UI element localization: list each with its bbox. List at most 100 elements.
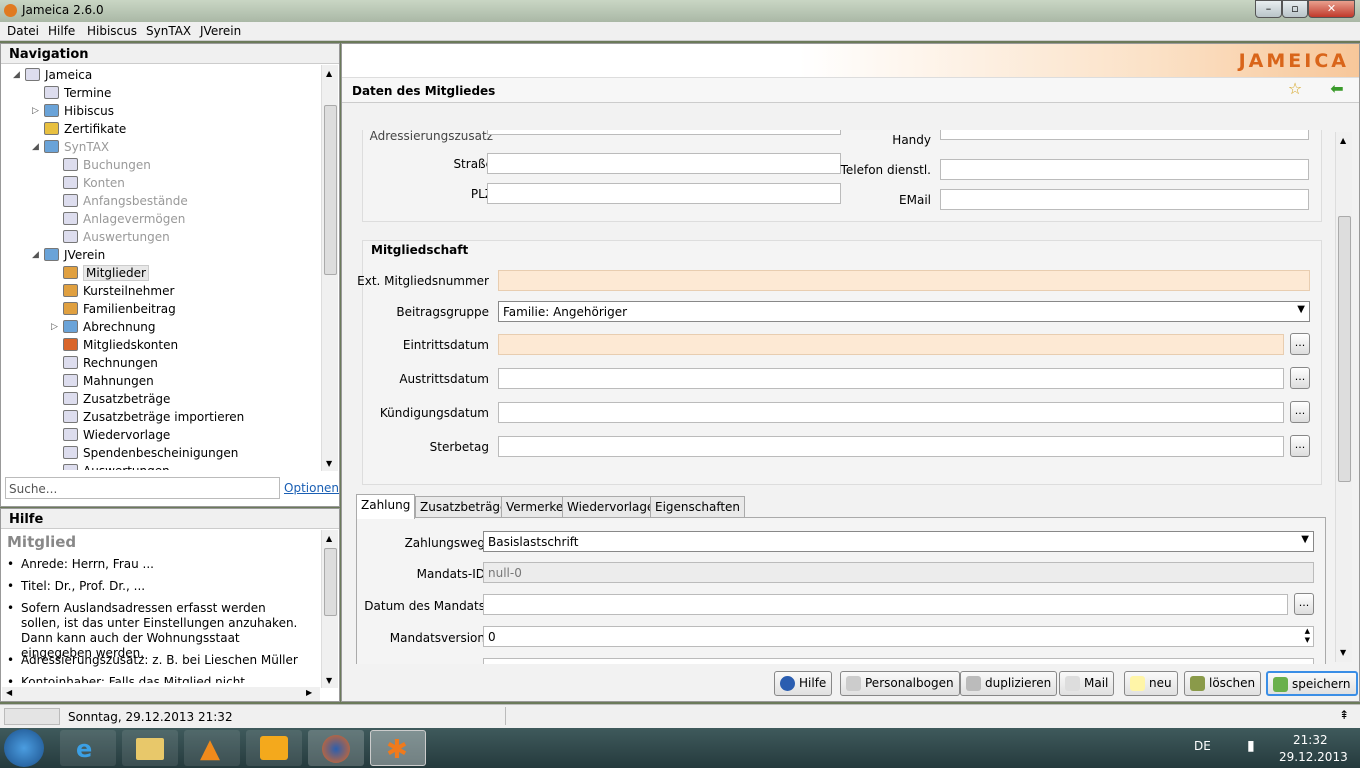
tree-item-auswertungen[interactable]: Auswertungen [63, 462, 170, 470]
chevron-down-icon: ▼ [1297, 304, 1305, 315]
chevron-down-icon: ▼ [1301, 534, 1309, 545]
start-button[interactable] [4, 729, 44, 767]
hilfe-button[interactable]: Hilfe [774, 671, 833, 696]
ie-taskbar-icon[interactable]: e [60, 730, 116, 766]
email-input[interactable] [940, 189, 1309, 210]
mandatsversion-spinner[interactable]: 0 ▲ ▼ [483, 626, 1314, 647]
beitragsgruppe-select[interactable]: Familie: Angehöriger ▼ [498, 301, 1310, 322]
tree-item-zertifikate[interactable]: Zertifikate [44, 120, 126, 138]
tree-item-zusatzbeträge[interactable]: Zusatzbeträge [63, 390, 170, 408]
tree-item-anfangsbestände[interactable]: Anfangsbestände [63, 192, 188, 210]
zahlungsweg-select[interactable]: Basislastschrift ▼ [483, 531, 1314, 552]
personalbogen-button[interactable]: Personalbogen [840, 671, 960, 696]
duplizieren-button[interactable]: duplizieren [960, 671, 1058, 696]
minimize-button[interactable]: – [1255, 0, 1282, 18]
plz-input[interactable] [487, 183, 841, 204]
close-button[interactable]: ✕ [1308, 0, 1355, 18]
sterbetag-date-button[interactable]: ... [1290, 435, 1310, 457]
adresszusatz-input[interactable] [487, 130, 841, 135]
tree-expander-icon[interactable]: ◢ [32, 142, 39, 152]
back-arrow-icon[interactable]: ⬅ [1322, 79, 1352, 102]
tree-expander-icon[interactable]: ◢ [32, 250, 39, 260]
tree-item-rechnungen[interactable]: Rechnungen [63, 354, 158, 372]
eintritt-input[interactable] [498, 334, 1284, 355]
options-link[interactable]: Optionen [284, 481, 339, 495]
loeschen-button[interactable]: löschen [1184, 671, 1262, 696]
tab-zusatzbeträge[interactable]: Zusatzbeträge [415, 496, 513, 518]
mandats-id-label: Mandats-ID [416, 567, 485, 581]
tab-eigenschaften[interactable]: Eigenschaften [650, 496, 746, 518]
ext-nr-input[interactable] [498, 270, 1310, 291]
tree-item-konten[interactable]: Konten [63, 174, 125, 192]
telefon-input[interactable] [940, 159, 1309, 180]
bookmark-star-icon[interactable]: ☆ [1280, 79, 1310, 102]
address-group: Adressierungszusatz Straße PLZ Handy Tel… [362, 130, 1322, 222]
tab-wiedervorlage[interactable]: Wiedervorlage [562, 496, 660, 518]
tree-item-hibiscus[interactable]: Hibiscus [44, 102, 114, 120]
kuendigung-date-button[interactable]: ... [1290, 401, 1310, 423]
search-input[interactable]: Suche... [5, 477, 280, 499]
tree-item-termine[interactable]: Termine [44, 84, 111, 102]
tree-item-kursteilnehmer[interactable]: Kursteilnehmer [63, 282, 174, 300]
tab-zahlung[interactable]: Zahlung [356, 494, 416, 519]
austritt-date-button[interactable]: ... [1290, 367, 1310, 389]
neu-button[interactable]: neu [1124, 671, 1178, 696]
tree-item-mitglieder[interactable]: Mitglieder [63, 264, 149, 282]
mail-icon [1065, 676, 1080, 691]
tree-item-abrechnung[interactable]: Abrechnung [63, 318, 156, 336]
tree-item-jverein[interactable]: JVerein [44, 246, 105, 264]
tree-item-jameica[interactable]: Jameica [25, 66, 92, 84]
certificate-icon [44, 122, 59, 135]
tree-item-syntax[interactable]: SynTAX [44, 138, 109, 156]
kuendigung-input[interactable] [498, 402, 1284, 423]
explorer-taskbar-icon[interactable] [122, 730, 178, 766]
menu-jverein[interactable]: JVerein [200, 24, 241, 38]
menu-syntax[interactable]: SynTAX [146, 24, 191, 38]
tree-item-zusatzbeträge-importieren[interactable]: Zusatzbeträge importieren [63, 408, 244, 426]
austritt-input[interactable] [498, 368, 1284, 389]
help-hscrollbar[interactable]: ◀ ▶ [2, 687, 320, 701]
eintritt-date-button[interactable]: ... [1290, 333, 1310, 355]
tree-item-buchungen[interactable]: Buchungen [63, 156, 151, 174]
tree-expander-icon[interactable]: ▷ [51, 322, 58, 332]
mandats-id-input[interactable]: null-0 [483, 562, 1314, 583]
tree-item-auswertungen[interactable]: Auswertungen [63, 228, 170, 246]
help-scrollbar[interactable]: ▲ ▼ [321, 530, 338, 688]
main-panel: JAMEICA Daten des Mitgliedes ☆ ⬅ Adressi… [341, 43, 1360, 702]
clock-date[interactable]: 29.12.2013 [1279, 750, 1348, 764]
page-title: Daten des Mitgliedes [352, 84, 496, 98]
clock-time[interactable]: 21:32 [1293, 733, 1328, 747]
jameica-taskbar-icon[interactable]: ✱ [370, 730, 426, 766]
navigation-scrollbar[interactable]: ▲ ▼ [321, 65, 338, 471]
menu-datei[interactable]: Datei [7, 24, 39, 38]
next-field-input[interactable] [483, 658, 1314, 664]
sterbetag-input[interactable] [498, 436, 1284, 457]
tree-item-familienbeitrag[interactable]: Familienbeitrag [63, 300, 176, 318]
mandats-datum-input[interactable] [483, 594, 1288, 615]
menu-hibiscus[interactable]: Hibiscus [87, 24, 137, 38]
outlook-taskbar-icon[interactable] [246, 730, 302, 766]
tree-item-mahnungen[interactable]: Mahnungen [63, 372, 154, 390]
form-scrollbar[interactable]: ▲ ▼ [1335, 132, 1352, 662]
mandats-datum-button[interactable]: ... [1294, 593, 1314, 615]
firefox-taskbar-icon[interactable] [308, 730, 364, 766]
tray-icon[interactable]: ▮ [1247, 738, 1255, 754]
language-indicator[interactable]: DE [1194, 739, 1211, 753]
tree-item-wiedervorlage[interactable]: Wiedervorlage [63, 426, 170, 444]
save-icon [1273, 677, 1288, 692]
tree-item-spendenbescheinigungen[interactable]: Spendenbescheinigungen [63, 444, 238, 462]
expand-icon[interactable]: ⇞ [1339, 708, 1349, 722]
tree-expander-icon[interactable]: ▷ [32, 106, 39, 116]
strasse-input[interactable] [487, 153, 841, 174]
vlc-taskbar-icon[interactable]: ▲ [184, 730, 240, 766]
mail-button[interactable]: Mail [1059, 671, 1115, 696]
zahlungsweg-label: Zahlungsweg [404, 536, 485, 550]
tree-item-mitgliedskonten[interactable]: Mitgliedskonten [63, 336, 178, 354]
maximize-button[interactable]: ▫ [1282, 0, 1308, 18]
tree-item-anlagevermögen[interactable]: Anlagevermögen [63, 210, 185, 228]
tree-expander-icon[interactable]: ◢ [13, 70, 20, 80]
tab-vermerke[interactable]: Vermerke [501, 496, 569, 518]
speichern-button[interactable]: speichern [1266, 671, 1358, 696]
menu-hilfe[interactable]: Hilfe [48, 24, 75, 38]
handy-input[interactable] [940, 130, 1309, 140]
